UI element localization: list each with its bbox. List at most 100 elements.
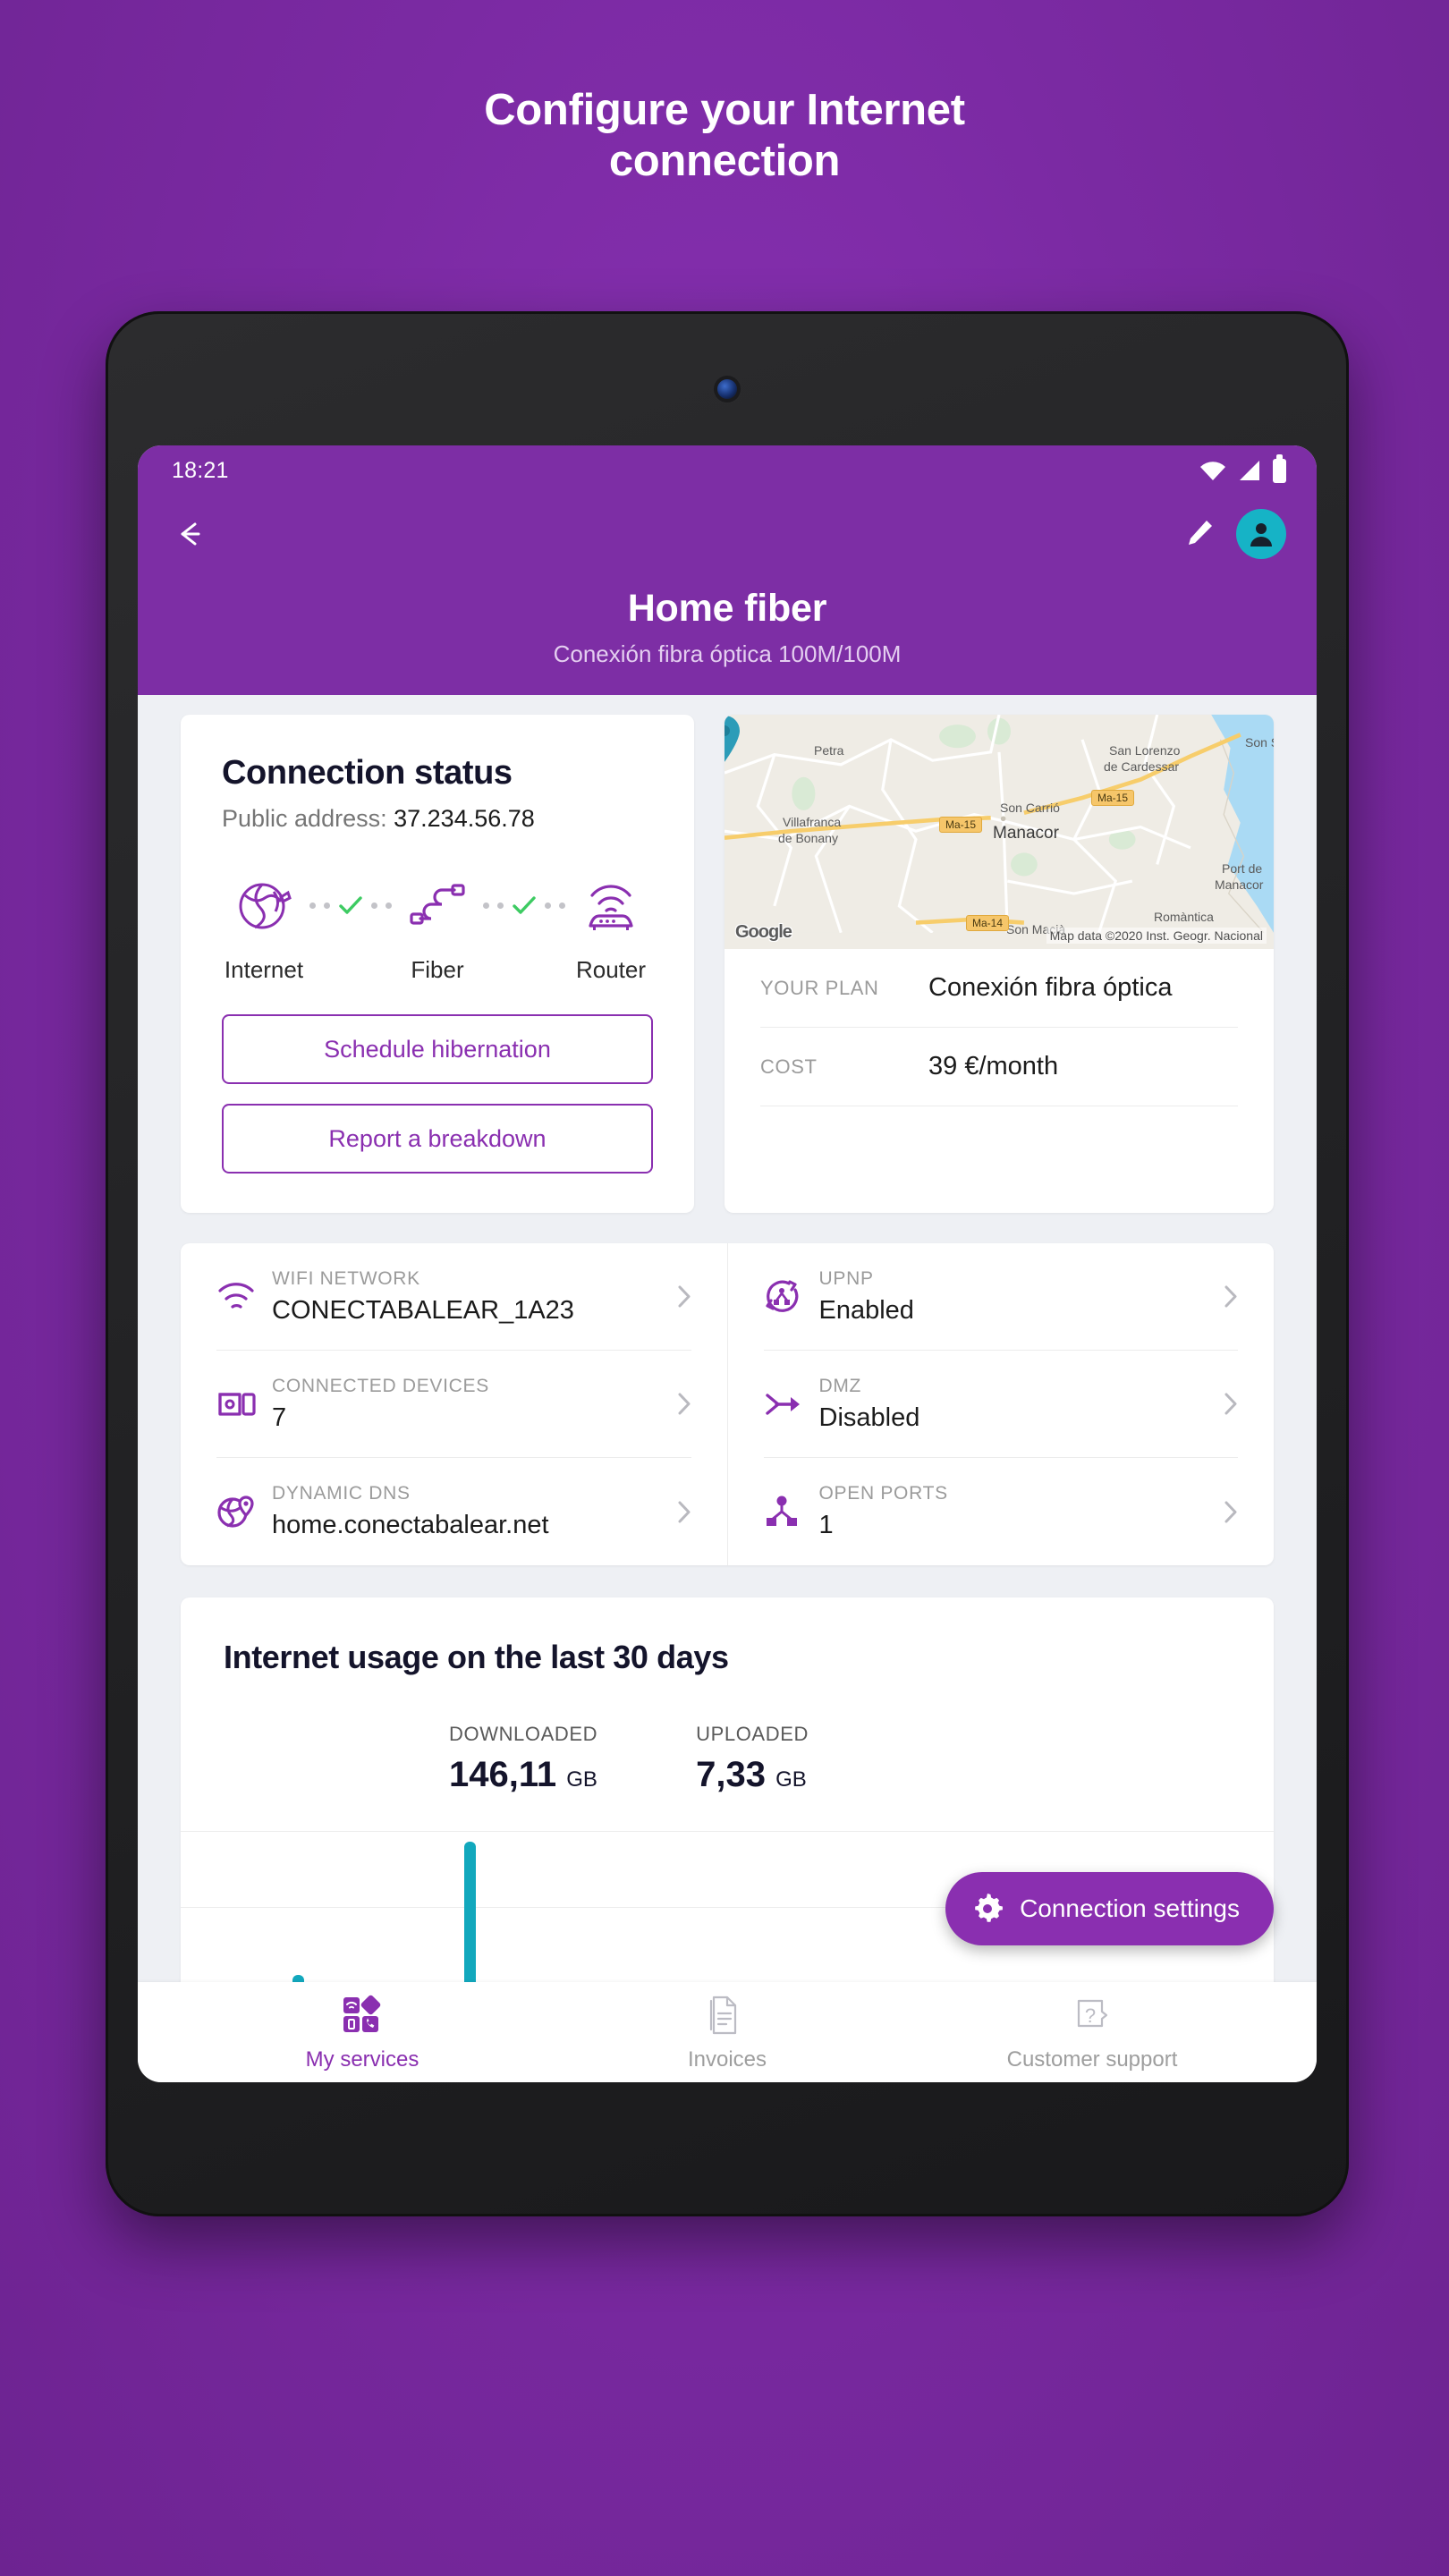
setting-text: DYNAMIC DNS home.conectabalear.net bbox=[272, 1483, 677, 1540]
app-bar-top-row bbox=[138, 496, 1317, 572]
setting-row-connected-devices[interactable]: CONNECTED DEVICES 7 bbox=[216, 1351, 691, 1458]
wifi-icon bbox=[1200, 462, 1225, 480]
map-label-son-servera: Son Servera bbox=[1245, 735, 1274, 750]
map-label-petra: Petra bbox=[814, 743, 844, 758]
setting-row-upnp[interactable]: UPNP Enabled bbox=[763, 1243, 1238, 1351]
link-dot bbox=[483, 902, 489, 909]
setting-value: 7 bbox=[272, 1402, 287, 1432]
map-label-villafranca: Villafranca bbox=[783, 815, 842, 829]
user-avatar-icon[interactable] bbox=[1236, 509, 1286, 559]
public-address-value: 37.234.56.78 bbox=[394, 805, 535, 832]
report-breakdown-button[interactable]: Report a breakdown bbox=[222, 1104, 653, 1174]
chain-node-internet: Internet bbox=[222, 870, 306, 984]
settings-column-left: WIFI NETWORK CONECTABALEAR_1A23 CONNECTE… bbox=[216, 1243, 728, 1565]
plan-row-your-plan: YOUR PLAN Conexión fibra óptica bbox=[760, 949, 1238, 1028]
plan-value: Conexión fibra óptica bbox=[928, 973, 1173, 1002]
nav-label-invoices: Invoices bbox=[687, 2047, 767, 2072]
setting-text: UPNP Enabled bbox=[819, 1268, 1224, 1326]
top-cards-row: Connection status Public address: 37.234… bbox=[181, 715, 1274, 1213]
dynamic-dns-globe-icon bbox=[216, 1494, 272, 1530]
setting-row-dynamic-dns[interactable]: DYNAMIC DNS home.conectabalear.net bbox=[216, 1458, 691, 1565]
app-bar-actions bbox=[1182, 509, 1286, 559]
globe-internet-icon bbox=[222, 870, 306, 940]
dmz-arrow-icon bbox=[764, 1388, 819, 1420]
chain-label-router: Router bbox=[575, 956, 647, 983]
setting-text: CONNECTED DEVICES 7 bbox=[272, 1376, 677, 1433]
svg-text:?: ? bbox=[1085, 2004, 1096, 2027]
public-address-line: Public address: 37.234.56.78 bbox=[222, 805, 653, 833]
chain-label-fiber: Fiber bbox=[411, 956, 464, 983]
google-logo: Google bbox=[735, 922, 792, 942]
plan-key: YOUR PLAN bbox=[760, 976, 879, 999]
my-services-icon bbox=[246, 1992, 479, 2038]
promo-headline: Configure your Internet connection bbox=[0, 85, 1449, 188]
setting-key: UPNP bbox=[818, 1267, 874, 1289]
connection-settings-fab[interactable]: Connection settings bbox=[945, 1872, 1274, 1945]
nav-item-my-services[interactable]: My services bbox=[246, 1992, 479, 2072]
chain-link-fiber-router bbox=[479, 870, 569, 940]
chevron-right-icon bbox=[1224, 1501, 1237, 1522]
uploaded-value: 7,33 GB bbox=[696, 1755, 809, 1795]
link-dot bbox=[386, 902, 392, 909]
front-camera-icon bbox=[717, 379, 737, 399]
nav-item-customer-support[interactable]: ? Customer support bbox=[976, 1992, 1208, 2072]
uploaded-label: UPLOADED bbox=[696, 1723, 809, 1745]
back-arrow-icon[interactable] bbox=[172, 515, 209, 553]
setting-value: home.conectabalear.net bbox=[272, 1511, 549, 1539]
person-glyph-icon bbox=[1250, 523, 1272, 547]
setting-row-wifi-network[interactable]: WIFI NETWORK CONECTABALEAR_1A23 bbox=[216, 1243, 691, 1351]
road-shield-ma15-west: Ma-15 bbox=[939, 817, 983, 833]
chain-link-internet-fiber bbox=[306, 870, 395, 940]
map-label-manacor: Manacor bbox=[993, 824, 1059, 843]
upnp-icon bbox=[764, 1279, 819, 1315]
connection-status-title: Connection status bbox=[222, 754, 513, 792]
fiber-cable-icon bbox=[395, 870, 479, 940]
setting-row-open-ports[interactable]: OPEN PORTS 1 bbox=[764, 1458, 1239, 1565]
map-attribution: Map data ©2020 Inst. Geogr. Nacional bbox=[1046, 928, 1267, 944]
setting-text: OPEN PORTS 1 bbox=[819, 1483, 1224, 1540]
link-dot bbox=[324, 902, 330, 909]
chevron-right-icon bbox=[678, 1285, 690, 1308]
bottom-navigation: My services Invoices ? Customer support bbox=[138, 1982, 1317, 2082]
chevron-right-icon bbox=[678, 1501, 690, 1522]
downloaded-stat: DOWNLOADED 146,11 GB bbox=[449, 1723, 597, 1795]
setting-key: DYNAMIC DNS bbox=[272, 1483, 411, 1504]
setting-row-dmz[interactable]: DMZ Disabled bbox=[763, 1351, 1238, 1458]
connection-chain: Internet Fiber Router bbox=[222, 870, 653, 984]
map-label-de-bonany: de Bonany bbox=[778, 831, 838, 845]
map-label-port-de: Port de bbox=[1222, 861, 1263, 876]
uploaded-number: 7,33 bbox=[696, 1755, 766, 1794]
map-pin-icon bbox=[724, 716, 740, 762]
schedule-hibernation-button[interactable]: Schedule hibernation bbox=[222, 1014, 653, 1084]
uploaded-stat: UPLOADED 7,33 GB bbox=[696, 1723, 809, 1795]
location-map[interactable]: Petra San Lorenzo de Cardessar Son Serve… bbox=[724, 715, 1274, 949]
connection-settings-fab-label: Connection settings bbox=[1020, 1894, 1240, 1922]
cellular-signal-icon bbox=[1240, 461, 1259, 480]
nav-item-invoices[interactable]: Invoices bbox=[611, 1992, 843, 2072]
connection-status-card: Connection status Public address: 37.234… bbox=[181, 715, 694, 1213]
chevron-right-icon bbox=[1224, 1285, 1237, 1308]
downloaded-unit: GB bbox=[566, 1767, 597, 1792]
plan-details-list: YOUR PLAN Conexión fibra óptica COST 39 … bbox=[724, 949, 1274, 1106]
link-dot bbox=[497, 902, 504, 909]
map-label-port-manacor: Manacor bbox=[1215, 877, 1264, 892]
pencil-edit-icon[interactable] bbox=[1182, 517, 1216, 551]
downloaded-value: 146,11 GB bbox=[449, 1755, 597, 1795]
connected-devices-icon bbox=[216, 1387, 272, 1421]
setting-value: 1 bbox=[818, 1511, 834, 1539]
gear-icon bbox=[975, 1894, 1003, 1922]
setting-value: CONECTABALEAR_1A23 bbox=[272, 1295, 574, 1325]
tablet-device-frame: 18:21 Home fiber Conexión fibra óptica 1… bbox=[106, 311, 1349, 2216]
setting-value: Disabled bbox=[818, 1402, 920, 1432]
setting-key: OPEN PORTS bbox=[818, 1483, 948, 1504]
device-screen: 18:21 Home fiber Conexión fibra óptica 1… bbox=[138, 445, 1317, 2082]
page-title: Home fiber bbox=[627, 587, 827, 630]
chevron-right-icon bbox=[678, 1393, 690, 1415]
page-subtitle: Conexión fibra óptica 100M/100M bbox=[553, 640, 902, 667]
open-ports-icon bbox=[764, 1495, 819, 1529]
invoice-document-icon bbox=[611, 1992, 843, 2038]
chain-node-router: Router bbox=[569, 870, 653, 984]
usage-card-title: Internet usage on the last 30 days bbox=[224, 1639, 729, 1675]
setting-key: WIFI NETWORK bbox=[272, 1267, 420, 1289]
nav-label-customer-support: Customer support bbox=[1006, 2047, 1178, 2072]
